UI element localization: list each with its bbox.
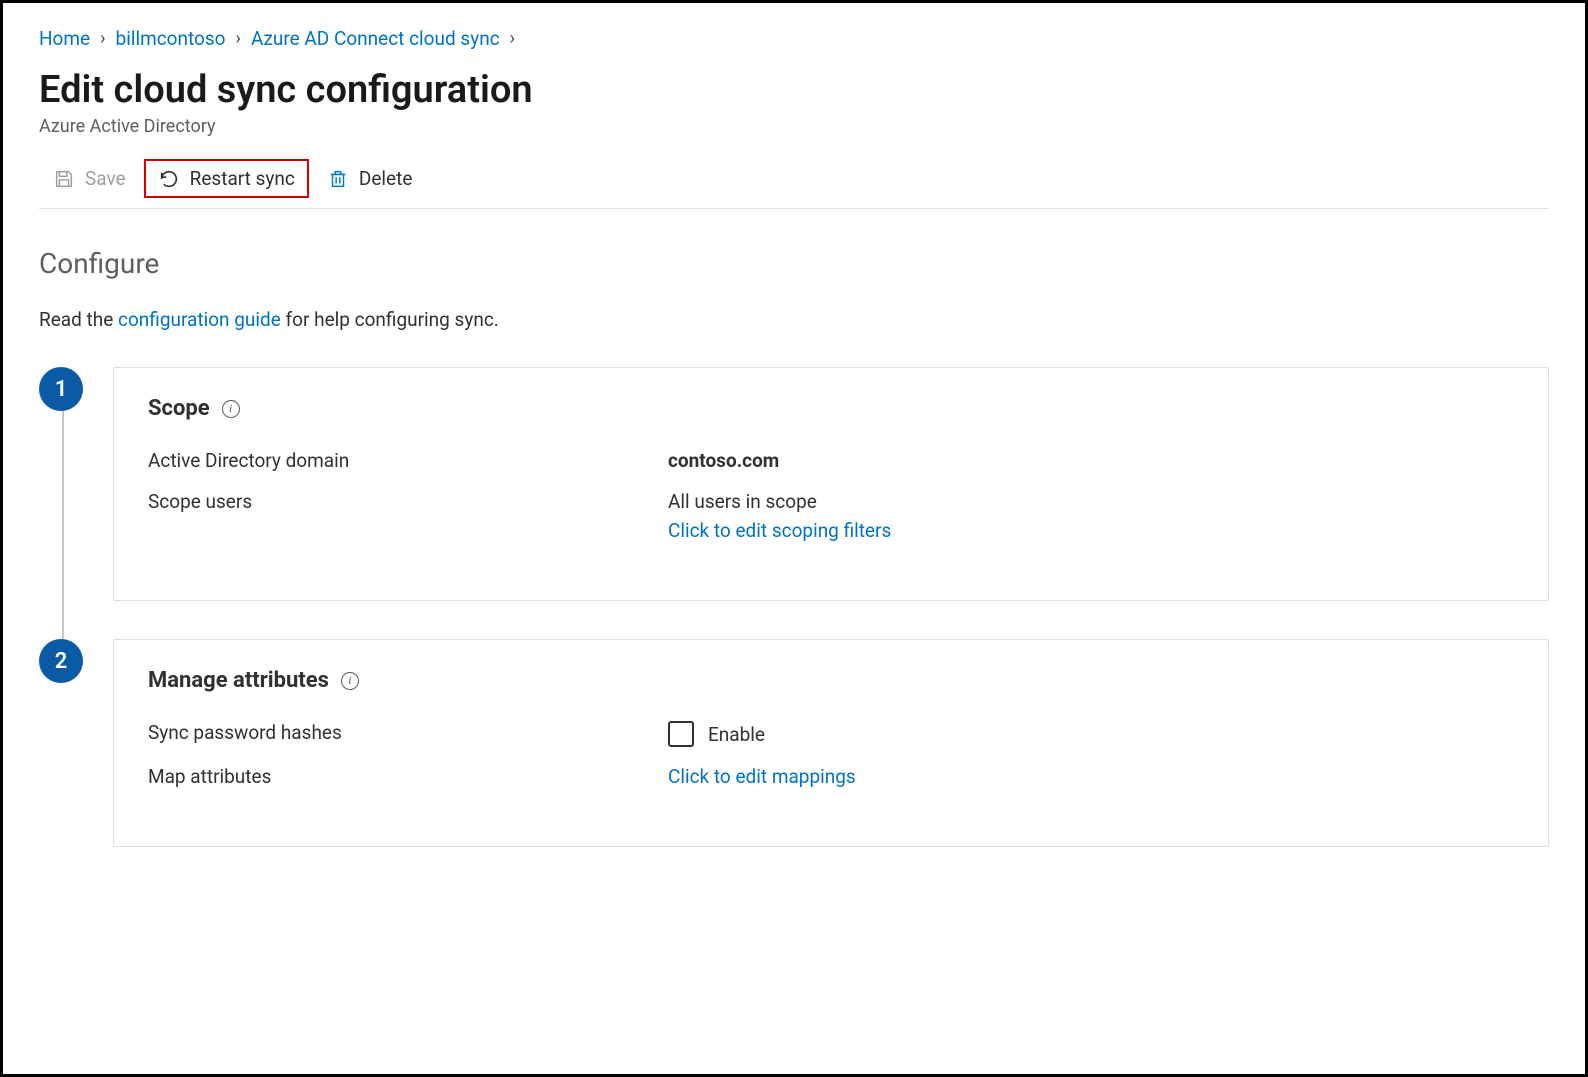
enable-password-hash-checkbox[interactable] [668, 721, 694, 747]
chevron-right-icon: › [100, 28, 105, 49]
scope-card: Scope i Active Directory domain contoso.… [113, 367, 1549, 601]
manage-attributes-card: Manage attributes i Sync password hashes… [113, 639, 1549, 847]
page-title: Edit cloud sync configuration [39, 68, 1549, 112]
delete-button[interactable]: Delete [313, 159, 427, 198]
save-icon [53, 168, 75, 190]
breadcrumb-cloud-sync[interactable]: Azure AD Connect cloud sync [251, 27, 500, 50]
ad-domain-label: Active Directory domain [148, 449, 668, 472]
trash-icon [327, 168, 349, 190]
page-subtitle: Azure Active Directory [39, 116, 1549, 137]
step-manage-attributes: 2 Manage attributes i Sync password hash… [113, 639, 1549, 847]
breadcrumb-tenant[interactable]: billmcontoso [116, 27, 226, 50]
manage-attributes-title: Manage attributes [148, 668, 329, 693]
ad-domain-value: contoso.com [668, 449, 1514, 472]
info-icon[interactable]: i [222, 400, 240, 418]
restart-icon [158, 168, 180, 190]
configuration-guide-link[interactable]: configuration guide [118, 308, 281, 331]
configure-intro: Read the configuration guide for help co… [39, 308, 1549, 331]
step-scope: 1 Scope i Active Directory domain contos… [113, 367, 1549, 601]
chevron-right-icon: › [510, 28, 515, 49]
intro-suffix: for help configuring sync. [281, 308, 499, 331]
breadcrumb: Home › billmcontoso › Azure AD Connect c… [39, 27, 1549, 50]
configure-heading: Configure [39, 247, 1549, 280]
edit-mappings-link[interactable]: Click to edit mappings [668, 765, 856, 788]
save-button[interactable]: Save [39, 159, 140, 198]
scope-users-label: Scope users [148, 490, 668, 542]
save-label: Save [85, 167, 126, 190]
chevron-right-icon: › [236, 28, 241, 49]
intro-prefix: Read the [39, 308, 118, 331]
breadcrumb-home[interactable]: Home [39, 27, 90, 50]
step-number-1: 1 [39, 367, 83, 411]
map-attributes-label: Map attributes [148, 765, 668, 788]
restart-sync-button[interactable]: Restart sync [144, 159, 309, 198]
scope-title: Scope [148, 396, 210, 421]
enable-checkbox-label: Enable [708, 723, 765, 746]
step-number-2: 2 [39, 639, 83, 683]
delete-label: Delete [359, 167, 413, 190]
toolbar: Save Restart sync Delete [39, 159, 1549, 209]
info-icon[interactable]: i [341, 672, 359, 690]
sync-password-hashes-label: Sync password hashes [148, 721, 668, 747]
restart-label: Restart sync [190, 167, 295, 190]
scope-users-value: All users in scope [668, 490, 817, 513]
edit-scoping-filters-link[interactable]: Click to edit scoping filters [668, 519, 1514, 542]
